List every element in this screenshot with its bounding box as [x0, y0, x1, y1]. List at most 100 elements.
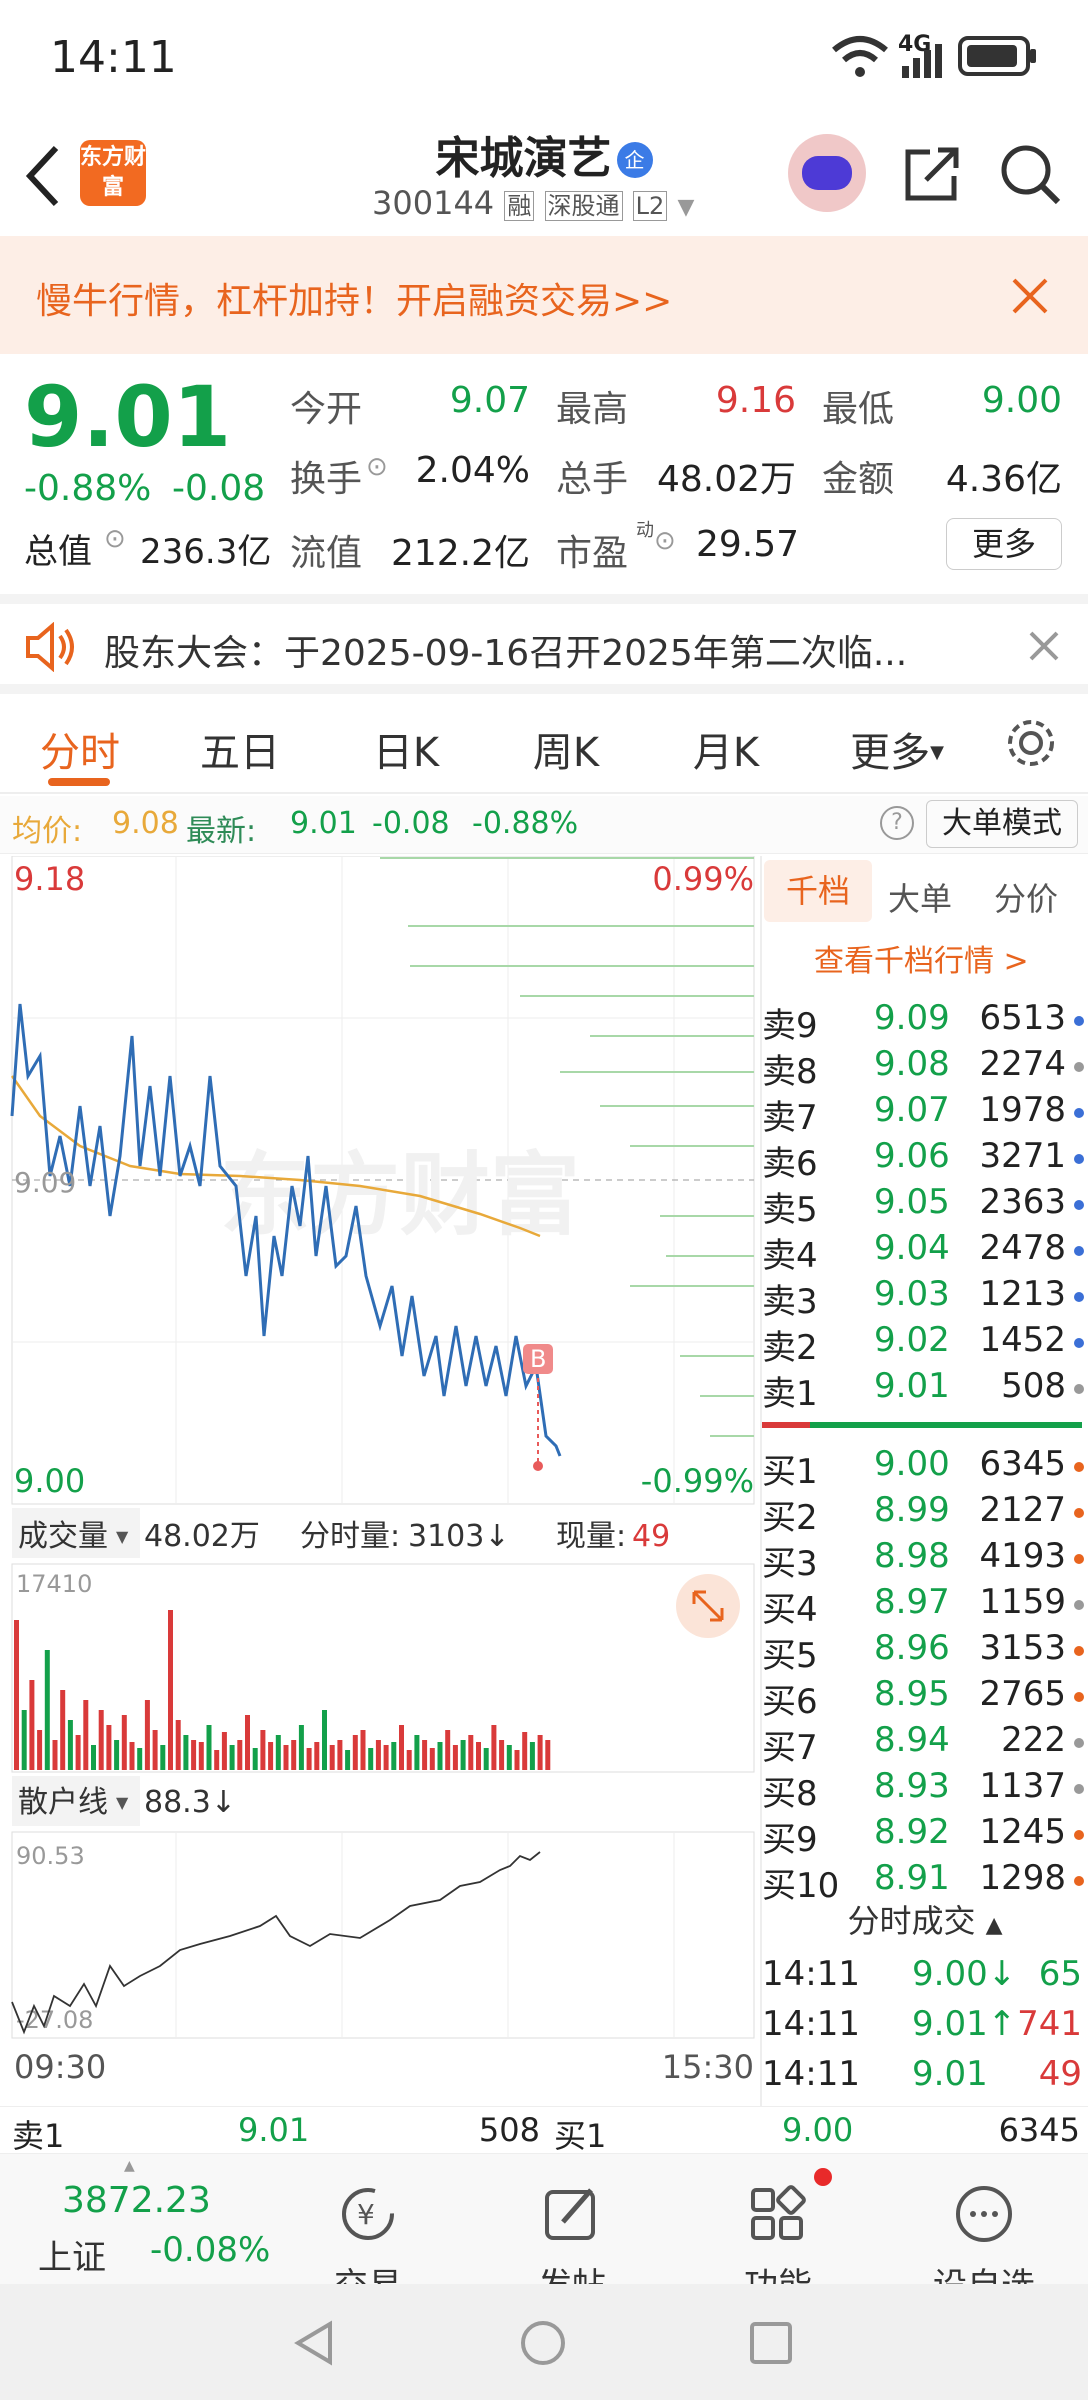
turnover-info-icon[interactable]: ⊙ [366, 452, 388, 482]
bid-row[interactable]: 买4 8.97 1159 [762, 1582, 1088, 1630]
help-icon[interactable]: ? [880, 806, 914, 840]
bid-row[interactable]: 买6 8.95 2765 [762, 1674, 1088, 1722]
ask-row[interactable]: 卖1 9.01 508 [762, 1366, 1088, 1414]
ask-volume: 2478 [979, 1228, 1066, 1268]
share-icon[interactable] [900, 144, 962, 206]
volume-bar [476, 1742, 481, 1770]
now-volume-value: 49 [632, 1519, 670, 1554]
volume-bar [121, 1715, 127, 1770]
big-order-mode-button[interactable]: 大单模式 [926, 800, 1078, 848]
ask-row[interactable]: 卖7 9.07 1978 [762, 1090, 1088, 1138]
intraday-chart[interactable]: 东方财富 B 9.18 0.99% 9.09 9.00 -0.99% 成交量 ▼… [0, 856, 760, 2106]
buy-marker[interactable]: B [530, 1345, 546, 1373]
volume-bar [75, 1735, 81, 1770]
best-buy-price: 9.00 [782, 2111, 854, 2149]
volume-bar [399, 1725, 404, 1770]
volume-bar [291, 1740, 297, 1770]
bid-level-label: 买1 [762, 1452, 818, 1492]
enterprise-badge: 企 [616, 142, 653, 178]
best-buy-vol: 6345 [998, 2111, 1080, 2149]
trades-header[interactable]: 分时成交 ▲ [762, 1896, 1088, 1942]
tab-week-k[interactable]: 周K [506, 720, 626, 778]
close-announcement-icon[interactable] [1028, 630, 1060, 662]
bid-row[interactable]: 买3 8.98 4193 [762, 1536, 1088, 1584]
change-pct: -0.88% [24, 468, 152, 509]
bid-volume: 1245 [979, 1812, 1066, 1852]
low-value: 9.00 [981, 380, 1062, 421]
bid-volume: 2765 [979, 1674, 1066, 1714]
ask-row[interactable]: 卖6 9.06 3271 [762, 1136, 1088, 1184]
more-button[interactable]: 更多 [946, 518, 1062, 570]
tab-price-dist[interactable]: 分价 [994, 874, 1058, 920]
announcement-bar[interactable]: 股东大会：于2025-09-16召开2025年第二次临... [0, 594, 1088, 694]
tab-month-k[interactable]: 月K [666, 720, 786, 778]
retail-dropdown-caret-icon[interactable]: ▼ [116, 1793, 129, 1812]
volume-bar [329, 1745, 335, 1770]
volume-label: 总手 [556, 459, 629, 500]
bid-price: 8.91 [874, 1858, 950, 1898]
settings-gear-icon[interactable] [1004, 716, 1058, 770]
ask-price: 9.06 [874, 1136, 950, 1176]
best-sell-price: 9.01 [238, 2111, 310, 2149]
close-icon[interactable] [1010, 276, 1050, 316]
tab-big-order[interactable]: 大单 [888, 874, 952, 920]
bid-row[interactable]: 买7 8.94 222 [762, 1720, 1088, 1768]
ask-level-label: 卖1 [762, 1374, 818, 1414]
ask-source-dot [1074, 1154, 1084, 1164]
bid-row[interactable]: 买9 8.92 1245 [762, 1812, 1088, 1860]
edit-icon [545, 2188, 595, 2240]
best-buy-label: 买1 [554, 2117, 607, 2155]
ask-source-dot [1074, 1246, 1084, 1256]
system-recents-icon[interactable] [746, 2318, 796, 2368]
tab-intraday[interactable]: 分时 [20, 720, 140, 778]
ask-row[interactable]: 卖8 9.08 2274 [762, 1044, 1088, 1092]
bid-row[interactable]: 买5 8.96 3153 [762, 1628, 1088, 1676]
bid-row[interactable]: 买2 8.99 2127 [762, 1490, 1088, 1538]
announcement-text[interactable]: 股东大会：于2025-09-16召开2025年第二次临... [104, 624, 907, 676]
caret-down-icon[interactable]: ▼ [677, 195, 694, 220]
volume-bar [29, 1680, 35, 1770]
retail-dropdown[interactable]: 散户线 [18, 1785, 108, 1820]
promo-text[interactable]: 慢牛行情，杠杆加持！开启融资交易>> [36, 272, 672, 324]
volume-bar [545, 1740, 551, 1770]
volume-bar [221, 1732, 227, 1770]
notification-dot [814, 2168, 832, 2186]
system-back-icon[interactable] [290, 2318, 340, 2368]
volume-dropdown-caret-icon[interactable]: ▼ [116, 1527, 129, 1546]
ask-source-dot [1074, 1292, 1084, 1302]
ask-row[interactable]: 卖9 9.09 6513 [762, 998, 1088, 1046]
system-home-icon[interactable] [518, 2318, 568, 2368]
signal-icon [902, 44, 942, 78]
bid-row[interactable]: 买8 8.93 1137 [762, 1766, 1088, 1814]
last-label: 最新: [186, 814, 257, 849]
bid-row[interactable]: 买1 9.00 6345 [762, 1444, 1088, 1492]
volume-bar [206, 1725, 212, 1770]
tab-day-k[interactable]: 日K [346, 720, 466, 778]
volume-bar [214, 1750, 220, 1770]
pe-info-icon[interactable]: ⊙ [654, 526, 676, 556]
open-label: 今开 [290, 389, 363, 430]
tab-five-day[interactable]: 五日 [180, 720, 300, 778]
info-icon[interactable]: ⊙ [104, 524, 126, 554]
search-icon[interactable] [998, 142, 1064, 208]
tab-thousand-level[interactable]: 千档 [764, 860, 872, 922]
volume-bar [252, 1748, 258, 1770]
ask-row[interactable]: 卖5 9.05 2363 [762, 1182, 1088, 1230]
promo-banner[interactable]: 慢牛行情，杠杆加持！开启融资交易>> [0, 236, 1088, 354]
assistant-avatar[interactable] [788, 134, 866, 212]
total-value: 236.3亿 [140, 532, 272, 572]
ask-volume: 508 [1001, 1366, 1066, 1406]
bottom-nav: ▲ 3872.23 上证 -0.08% ¥ 交易 发帖 功能 设自选 [0, 2154, 1088, 2306]
ask-row[interactable]: 卖4 9.04 2478 [762, 1228, 1088, 1276]
index-ticker[interactable]: ▲ 3872.23 上证 -0.08% [0, 2154, 300, 2284]
ask-row[interactable]: 卖3 9.03 1213 [762, 1274, 1088, 1322]
view-depth-link[interactable]: 查看千档行情 > [814, 936, 1029, 980]
ask-volume: 2363 [979, 1182, 1066, 1222]
ask-volume: 1452 [979, 1320, 1066, 1360]
ask-row[interactable]: 卖2 9.02 1452 [762, 1320, 1088, 1368]
tab-more[interactable]: 更多▼ [832, 720, 962, 778]
volume-dropdown[interactable]: 成交量 [18, 1519, 108, 1554]
bottom-price-label: 9.00 [14, 1462, 85, 1500]
volume-bar [21, 1710, 27, 1770]
bid-level-label: 买6 [762, 1682, 818, 1722]
